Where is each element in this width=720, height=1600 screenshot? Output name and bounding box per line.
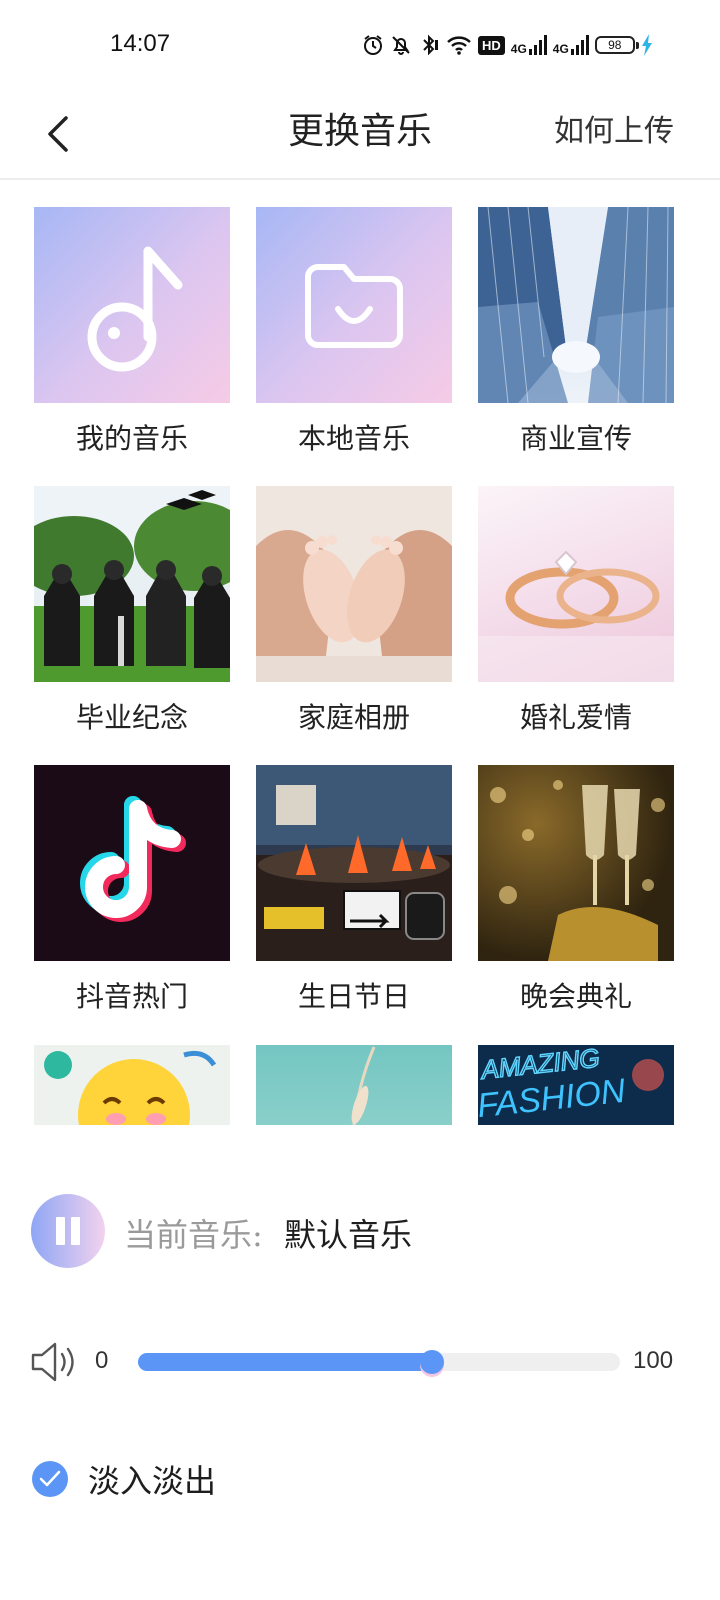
category-label: 抖音热门 [75,980,188,1013]
battery-indicator: 98 [594,36,639,54]
music-category-grid: 我的音乐 本地音乐 商业宣传 毕业纪念 家庭相册 婚礼爱情 抖音热门 生日节日 … [34,207,676,1125]
signal-icon [528,35,547,55]
net-type-2: 4G [552,42,569,56]
category-label: 商业宣传 [519,422,632,455]
status-icons: HD 4G 4G 98 [362,30,653,60]
category-item[interactable] [34,1045,230,1125]
volume-slider-fill [138,1353,433,1371]
category-family[interactable]: 家庭相册 [256,486,452,734]
category-business[interactable]: 商业宣传 [478,207,674,455]
wifi-icon [447,36,471,55]
fade-in-out-label: 淡入淡出 [88,1462,217,1500]
signal-icon [570,35,589,55]
category-my-music[interactable]: 我的音乐 [34,207,230,455]
signal-4g-2: 4G [553,35,589,55]
category-item[interactable]: AMAZING FASHION [478,1045,674,1125]
category-graduation[interactable]: 毕业纪念 [34,486,230,734]
pause-button[interactable] [31,1194,105,1268]
bluetooth-icon [423,34,438,56]
volume-icon [31,1342,74,1382]
category-label: 婚礼爱情 [519,701,632,734]
category-label: 晚会典礼 [519,980,632,1013]
pause-icon [56,1217,65,1245]
category-wedding[interactable]: 婚礼爱情 [478,486,674,734]
category-label: 生日节日 [297,980,410,1013]
status-time: 14:07 [110,30,171,57]
category-gala[interactable]: 晚会典礼 [478,765,674,1013]
how-to-upload-link[interactable]: 如何上传 [554,100,674,164]
birthday-cake-image [256,765,452,961]
charging-icon [641,34,652,56]
graduation-image [34,486,230,682]
back-button[interactable] [36,104,80,164]
pause-icon [71,1217,80,1245]
volume-min-label: 0 [95,1347,109,1374]
chevron-left-icon [48,116,68,152]
volume-max-label: 100 [633,1347,674,1374]
category-label: 毕业纪念 [75,701,188,734]
hd-badge: HD [478,35,505,55]
app-header: 更换音乐 如何上传 [0,90,720,180]
emoji-image [34,1045,230,1125]
category-birthday[interactable]: 生日节日 [256,765,452,1013]
skyscrapers-image [478,207,674,403]
checkmark-icon [39,1470,61,1487]
music-note-icon [34,207,230,403]
signal-4g-1: 4G [511,35,547,55]
neon-fashion-image: AMAZING FASHION [478,1045,674,1125]
checkbox[interactable] [32,1461,68,1497]
current-music-label: 当前音乐: [124,1216,263,1254]
baby-feet-image [256,486,452,682]
wedding-rings-image [478,486,674,682]
folder-icon [256,207,452,403]
category-douyin-hot[interactable]: 抖音热门 [34,765,230,1013]
volume-slider[interactable] [138,1350,620,1374]
net-type-1: 4G [510,42,527,56]
status-bar: 14:07 HD 4G 4G 98 [0,0,720,90]
alarm-icon [364,35,382,55]
category-item[interactable] [256,1045,452,1125]
champagne-image [478,765,674,961]
current-music-value: 默认音乐 [284,1216,413,1254]
tiktok-logo [34,765,230,961]
volume-slider-handle[interactable] [420,1350,445,1374]
category-label: 本地音乐 [297,422,410,455]
category-label: 家庭相册 [297,701,410,734]
fade-in-out-toggle[interactable]: 淡入淡出 [32,1456,216,1502]
mute-bell-icon [392,36,410,55]
reed-grass-image [256,1045,452,1125]
category-local-music[interactable]: 本地音乐 [256,207,452,455]
category-label: 我的音乐 [75,422,188,455]
